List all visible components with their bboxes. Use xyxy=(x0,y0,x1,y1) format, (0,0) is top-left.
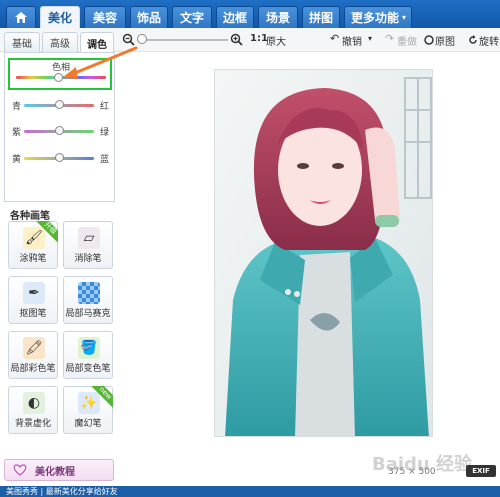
brush-button-background-blur[interactable]: ◐ 背景虚化 xyxy=(8,386,58,434)
green-label: 绿 xyxy=(100,128,110,138)
brush-button-doodle[interactable]: 🖌 升级 涂鸦笔 xyxy=(8,221,58,269)
eraser-icon: ▱ xyxy=(78,227,100,249)
original-image-button[interactable]: 原图 xyxy=(435,33,455,48)
new-badge: new xyxy=(91,386,113,408)
brush-label: 局部彩色笔 xyxy=(10,364,56,374)
brush-button-magic[interactable]: ✨ new 魔幻笔 xyxy=(63,386,113,434)
tab-scene[interactable]: 场景 xyxy=(258,6,298,28)
tab-frame[interactable]: 边框 xyxy=(216,6,254,28)
zoom-slider-track[interactable] xyxy=(138,39,228,41)
undo-icon[interactable]: ↶ xyxy=(330,32,339,45)
brush-label: 背景虚化 xyxy=(14,419,51,429)
tab-collage[interactable]: 拼图 xyxy=(302,6,340,28)
redo-button[interactable]: 重做 xyxy=(397,33,417,48)
magenta-green-slider-handle[interactable] xyxy=(55,126,64,135)
undo-dropdown-icon[interactable]: ▾ xyxy=(368,34,372,43)
brushes-title: 各种画笔 xyxy=(10,211,50,222)
status-bar: 美图秀秀 | 最新美化分享给好友 xyxy=(0,486,500,497)
paint-bucket-icon: 🪣 xyxy=(78,337,100,359)
brush-label: 消除笔 xyxy=(74,254,102,264)
red-label: 红 xyxy=(100,102,110,112)
rotate-icon xyxy=(469,35,477,44)
tutorial-label: 美化教程 xyxy=(35,466,75,478)
magenta-label: 紫 xyxy=(12,128,22,138)
undo-button[interactable]: 撤销 xyxy=(342,33,362,48)
home-icon xyxy=(15,12,27,23)
pen-cutout-icon: ✒ xyxy=(23,282,45,304)
tab-more-features[interactable]: 更多功能 ▾ xyxy=(344,6,412,28)
image-width: 375 xyxy=(388,467,406,477)
brush-label: 魔幻笔 xyxy=(74,419,102,429)
original-size-button[interactable]: 原大 xyxy=(266,33,286,48)
brush-button-mosaic[interactable]: 局部马赛克 xyxy=(63,276,113,324)
zoom-in-icon[interactable] xyxy=(230,33,243,46)
image-height: 500 xyxy=(418,467,436,477)
brush-label: 涂鸦笔 xyxy=(19,254,47,264)
top-nav-bar: 美化 美容 饰品 文字 边框 场景 拼图 更多功能 ▾ xyxy=(0,0,500,28)
original-image-icon xyxy=(424,35,434,45)
tab-more-features-label: 更多功能 xyxy=(351,11,400,25)
tab-cosmetics[interactable]: 美容 xyxy=(84,6,126,28)
color-pen-icon: 🖍 xyxy=(23,337,45,359)
image-size-info: 375 × 500 xyxy=(388,467,436,477)
exif-button[interactable]: EXIF xyxy=(466,465,496,477)
rotate-button[interactable]: 旋转 xyxy=(479,33,499,48)
cyan-red-slider-handle[interactable] xyxy=(55,100,64,109)
tab-beautify[interactable]: 美化 xyxy=(40,6,80,28)
zoom-slider-handle[interactable] xyxy=(137,34,147,44)
subtab-basic[interactable]: 基础 xyxy=(4,32,40,52)
yellow-blue-slider-handle[interactable] xyxy=(55,153,64,162)
heart-icon xyxy=(13,464,27,476)
chevron-down-icon: ▾ xyxy=(402,13,407,22)
brush-label: 抠图笔 xyxy=(19,309,47,319)
home-button[interactable] xyxy=(6,6,36,28)
status-text: 美图秀秀 | 最新美化分享给好友 xyxy=(6,487,118,496)
brush-button-eraser[interactable]: ▱ 消除笔 xyxy=(63,221,113,269)
yellow-label: 黄 xyxy=(12,155,22,165)
photo-image xyxy=(215,70,432,436)
annotation-arrow xyxy=(62,46,138,79)
brush-label: 局部变色笔 xyxy=(65,364,111,374)
brush-button-recolor[interactable]: 🪣 局部变色笔 xyxy=(63,331,113,379)
edited-photo[interactable] xyxy=(214,69,433,437)
mosaic-icon xyxy=(78,282,100,304)
tab-accessories[interactable]: 饰品 xyxy=(130,6,168,28)
image-times: × xyxy=(408,467,416,477)
redo-icon: ↷ xyxy=(385,32,395,45)
brush-button-cutout[interactable]: ✒ 抠图笔 xyxy=(8,276,58,324)
cyan-label: 青 xyxy=(12,102,22,112)
tutorial-button[interactable]: 美化教程 xyxy=(4,459,114,481)
blur-icon: ◐ xyxy=(23,392,45,414)
tab-text[interactable]: 文字 xyxy=(172,6,212,28)
brush-label: 局部马赛克 xyxy=(65,309,111,319)
upgrade-badge: 升级 xyxy=(36,221,58,243)
blue-label: 蓝 xyxy=(100,155,110,165)
brush-button-local-color[interactable]: 🖍 局部彩色笔 xyxy=(8,331,58,379)
